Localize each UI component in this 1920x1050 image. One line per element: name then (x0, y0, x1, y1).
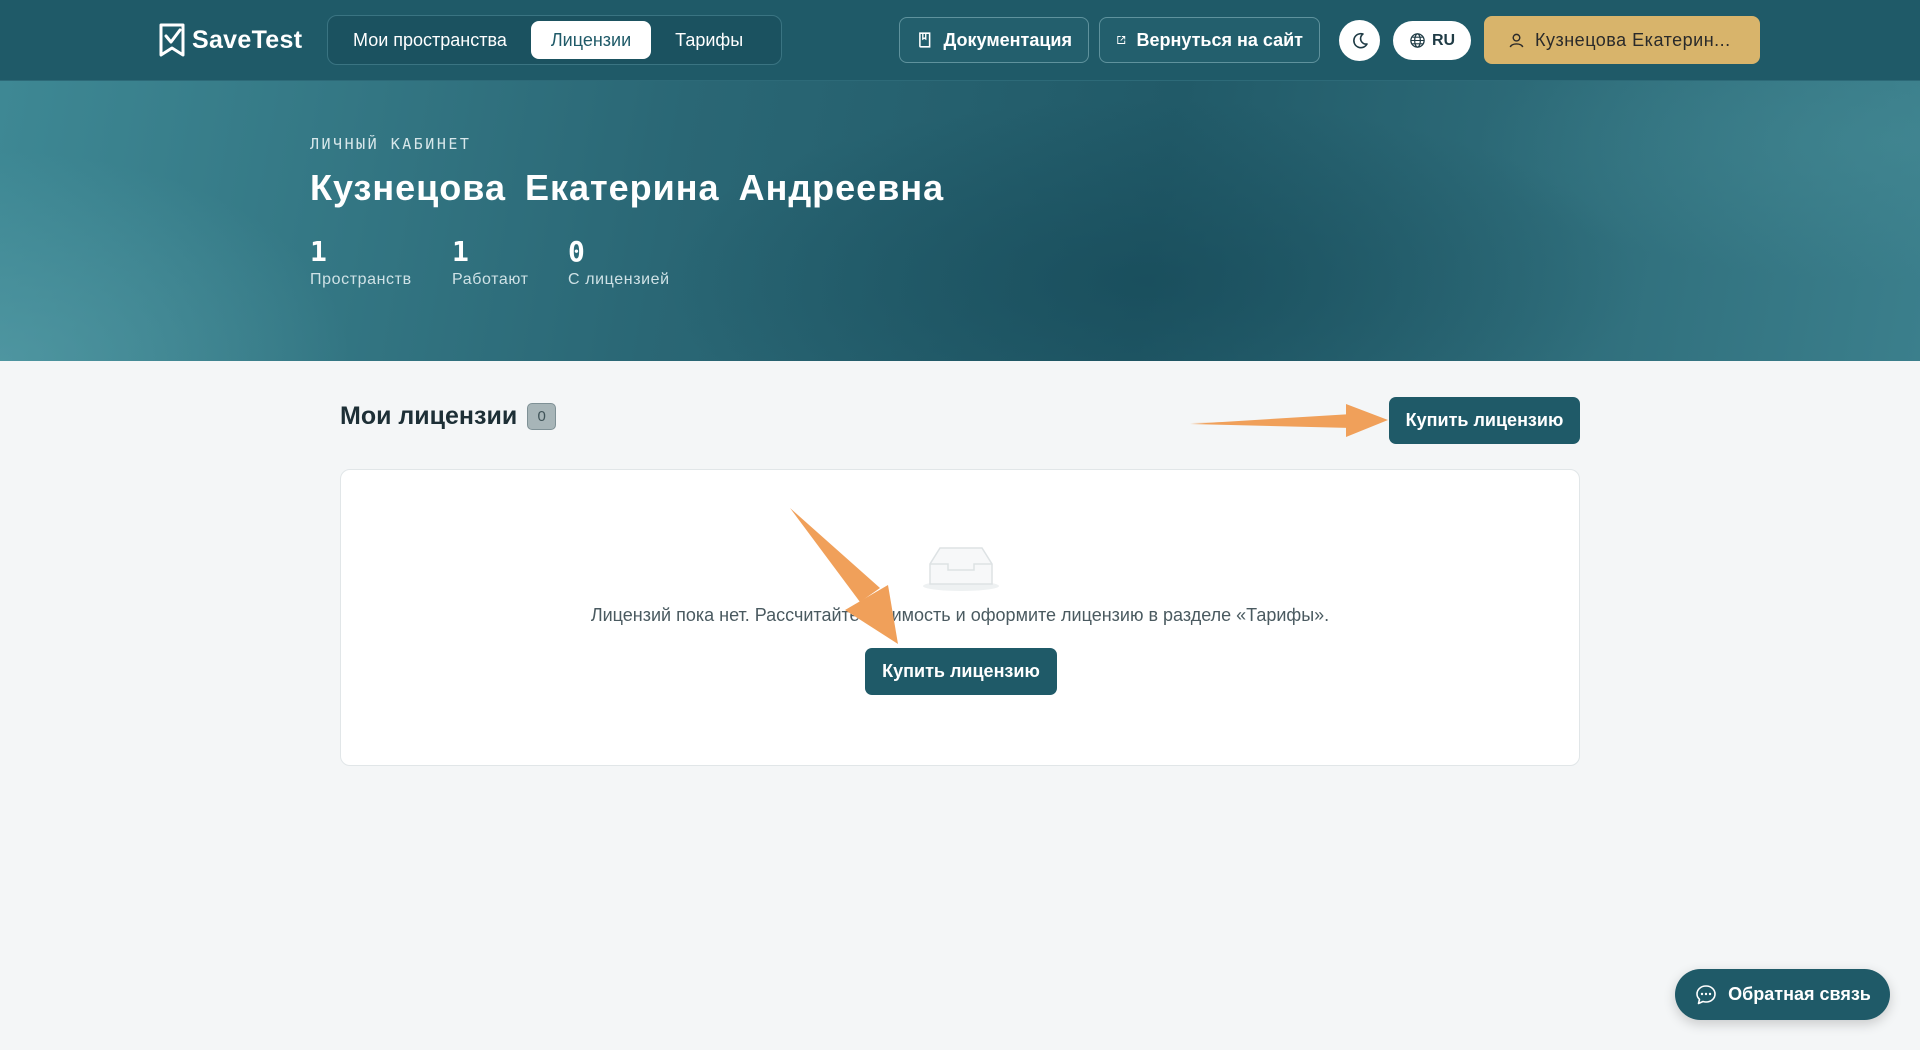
back-to-site-button[interactable]: Вернуться на сайт (1099, 17, 1320, 63)
empty-state-message: Лицензий пока нет. Рассчитайте стоимость… (590, 605, 1330, 625)
globe-icon (1410, 33, 1425, 48)
stat-working-value: 1 (452, 235, 469, 268)
tab-licenses[interactable]: Лицензии (530, 21, 652, 59)
theme-toggle-button[interactable] (1339, 20, 1380, 61)
user-menu-button[interactable]: Кузнецова Екатерин... (1484, 16, 1760, 64)
language-label: RU (1431, 31, 1456, 49)
stat-spaces: 1 Пространств (310, 236, 412, 289)
chat-icon (1696, 984, 1716, 1004)
stat-licensed-value: 0 (568, 235, 585, 268)
arrow-to-top-buy-button (1190, 404, 1388, 437)
empty-state-buy-license-button[interactable]: Купить лицензию (865, 648, 1057, 695)
stat-working: 1 Работают (452, 236, 529, 289)
inbox-icon (923, 547, 999, 591)
licenses-section-title: Мои лицензии 0 (340, 402, 557, 431)
moon-icon (1352, 32, 1368, 48)
tab-tariffs[interactable]: Тарифы (655, 21, 763, 59)
top-navigation-bar: SaveTest Мои пространства Лицензии Тариф… (0, 0, 1920, 81)
stat-working-label: Работают (452, 271, 529, 288)
back-to-site-label: Вернуться на сайт (1136, 29, 1303, 50)
documentation-label: Документация (943, 29, 1072, 50)
feedback-label: Обратная связь (1728, 984, 1871, 1004)
stat-spaces-value: 1 (310, 235, 327, 268)
tab-my-spaces[interactable]: Мои пространства (333, 21, 527, 59)
feedback-button[interactable]: Обратная связь (1675, 969, 1890, 1020)
licenses-empty-state: Лицензий пока нет. Рассчитайте стоимость… (340, 469, 1580, 766)
book-icon (919, 32, 931, 48)
brand-name: SaveTest (192, 25, 303, 54)
user-full-name: Кузнецова Екатерина Андреевна (310, 167, 945, 208)
profile-hero: ЛИЧНЫЙ КАБИНЕТ Кузнецова Екатерина Андре… (0, 81, 1920, 361)
stat-licensed-label: С лицензией (568, 271, 670, 288)
brand-logo[interactable]: SaveTest (158, 21, 302, 59)
main-nav-tabs: Мои пространства Лицензии Тарифы (327, 15, 782, 65)
licenses-count-badge: 0 (527, 403, 557, 430)
licenses-title-text: Мои лицензии (340, 402, 518, 430)
language-switch-button[interactable]: RU (1393, 21, 1471, 60)
documentation-button[interactable]: Документация (899, 17, 1089, 63)
user-name-label: Кузнецова Екатерин... (1535, 29, 1731, 50)
external-link-icon (1117, 36, 1126, 44)
stat-licensed: 0 С лицензией (568, 236, 670, 289)
hero-kicker: ЛИЧНЫЙ КАБИНЕТ (310, 135, 472, 153)
savetest-logo-icon (159, 23, 185, 57)
user-icon (1509, 33, 1524, 47)
buy-license-button[interactable]: Купить лицензию (1389, 397, 1580, 444)
stat-spaces-label: Пространств (310, 271, 412, 288)
